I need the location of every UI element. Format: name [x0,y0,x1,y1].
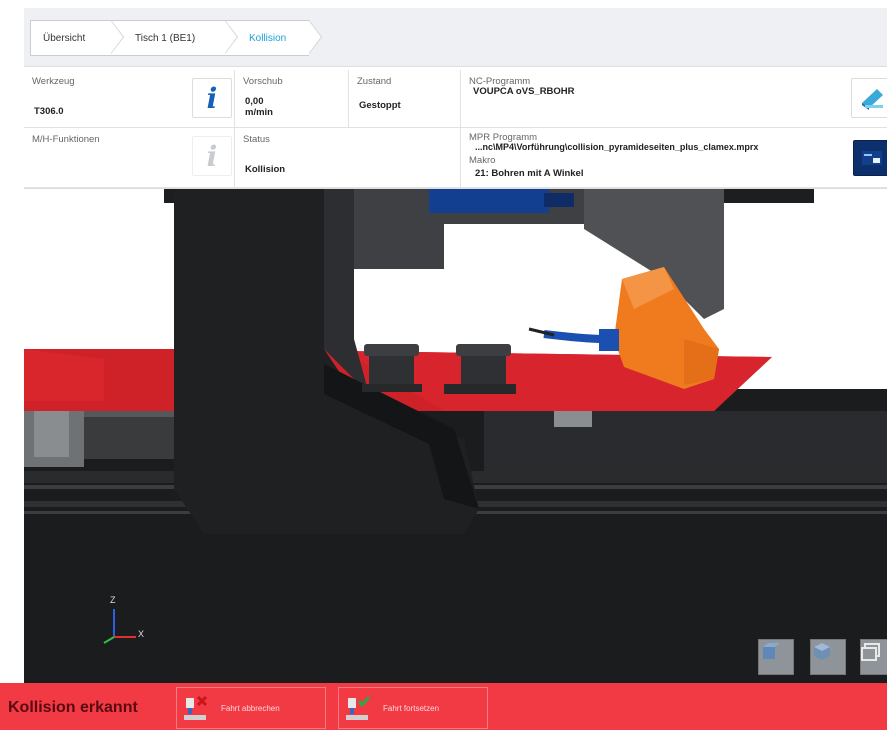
vorschub-unit: m/min [245,107,273,118]
breadcrumb: Übersicht Tisch 1 (BE1) Kollision [30,20,322,56]
werkzeug-cell: Werkzeug T306.0 i [24,70,235,128]
view-iso-button[interactable] [810,639,846,675]
nc-program-open-button[interactable] [851,78,887,118]
machine-info-panel: Werkzeug T306.0 i Vorschub 0,00 m/min Zu… [24,70,887,189]
3d-collision-view[interactable]: Z X [24,189,887,683]
tool-info-button[interactable]: i [192,78,232,118]
clamp [362,344,422,392]
werkzeug-value: T306.0 [34,106,64,117]
makro-label: Makro [469,155,496,166]
breadcrumb-item-overview[interactable]: Übersicht [30,20,124,56]
vorschub-value: 0,00 [245,96,264,107]
continue-move-label: Fahrt fortsetzen [383,703,440,713]
mh-info-button[interactable]: i [192,136,232,176]
mpr-program-open-button[interactable] [853,140,887,176]
abort-move-label: Fahrt abbrechen [221,703,280,713]
continue-icon [345,694,371,722]
status-label: Status [243,134,270,145]
status-value: Kollision [245,164,286,175]
mh-label: M/H-Funktionen [32,134,100,145]
breadcrumb-label: Tisch 1 (BE1) [135,32,196,44]
nc-program-cell: NC-Programm VOUPCA oVS_RBOHR [461,70,887,128]
view-front-button[interactable] [758,639,794,675]
abort-move-button[interactable]: Fahrt abbrechen [176,687,326,729]
program-icon [862,89,883,110]
top-margin [0,0,887,8]
vorschub-label: Vorschub [243,76,283,87]
cube-iso-icon [814,643,830,660]
woodwop-icon [862,151,882,165]
windows-icon [861,643,880,661]
cube-view-icon [763,643,780,659]
axis-z-label: Z [110,595,116,605]
status-cell: Status Kollision [235,128,461,188]
machine-scene [24,189,887,683]
view-window-button[interactable] [860,639,887,675]
makro-value: 21: Bohren mit A Winkel [475,168,584,179]
vorschub-cell: Vorschub 0,00 m/min [235,70,349,128]
info-icon: i [206,81,218,115]
nc-program-value: VOUPCA oVS_RBOHR [473,86,575,97]
collision-message: Kollision erkannt [8,699,138,716]
continue-move-button[interactable]: Fahrt fortsetzen [338,687,488,729]
zustand-value: Gestoppt [359,100,401,111]
breadcrumb-bar: Übersicht Tisch 1 (BE1) Kollision [24,8,887,67]
breadcrumb-label: Übersicht [43,32,86,44]
axis-x-label: X [138,629,145,639]
werkzeug-label: Werkzeug [32,76,75,87]
abort-icon [183,694,209,722]
zustand-cell: Zustand Gestoppt [349,70,461,128]
collision-alert-bar: Kollision erkannt Fahrt abbrechen Fahrt … [0,683,887,730]
info-icon: i [206,139,218,173]
zustand-label: Zustand [357,76,392,87]
breadcrumb-item-table[interactable]: Tisch 1 (BE1) [111,20,238,56]
mpr-program-value: ...nc\MP4\Vorführung\collision_pyramides… [475,142,759,152]
mpr-program-cell: MPR Programm ...nc\MP4\Vorführung\collis… [461,128,887,188]
breadcrumb-label: Kollision [249,32,287,44]
mh-cell: M/H-Funktionen i [24,128,235,188]
